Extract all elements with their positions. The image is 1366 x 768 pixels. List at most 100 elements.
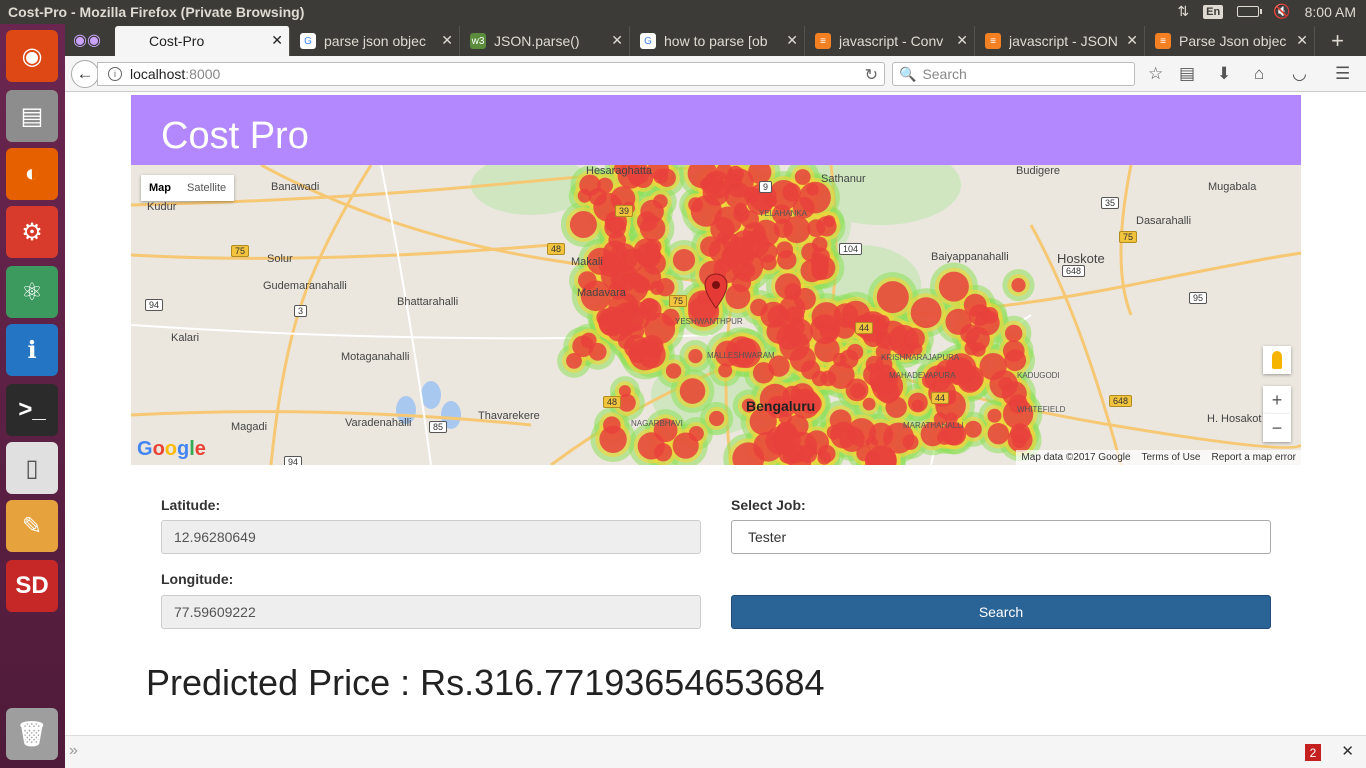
route-shield: 44	[855, 322, 874, 334]
route-shield: 75	[231, 245, 250, 257]
url-bar[interactable]: i localhost:8000 ↻	[97, 62, 885, 86]
system-settings-icon[interactable]: ⚙	[6, 206, 58, 258]
reading-list-icon[interactable]: ▤	[1179, 64, 1195, 84]
map-place-label: Solur	[267, 253, 293, 265]
map-place-label: KRISHNARAJAPURA	[881, 353, 960, 362]
tab-close-icon[interactable]: ✕	[611, 32, 623, 49]
tab-active[interactable]: Cost-Pro ✕	[115, 26, 290, 56]
sd-card-icon[interactable]: SD	[6, 560, 58, 612]
terms-link[interactable]: Terms of Use	[1141, 452, 1200, 463]
tab-close-icon[interactable]: ✕	[1126, 32, 1138, 49]
map-data-credit: Map data ©2017 Google	[1021, 452, 1131, 463]
tab-close-icon[interactable]: ✕	[271, 32, 283, 49]
map-place-label: NAGARBHAVI	[631, 419, 683, 428]
heatmap-hot-zone	[637, 340, 666, 369]
route-shield: 94	[145, 299, 164, 311]
tab[interactable]: Ghow to parse [ob ✕	[630, 26, 805, 56]
battery-icon[interactable]	[1237, 6, 1263, 17]
route-shield: 75	[1119, 231, 1138, 243]
map-place-label: Kudur	[147, 201, 177, 213]
longitude-input[interactable]	[161, 595, 701, 629]
google-map[interactable]: Banawadi Kudur Solur Gudemaranahalli Bhattar…	[131, 165, 1301, 465]
libreoffice-icon[interactable]: ▯	[6, 442, 58, 494]
terminal-icon[interactable]: >_	[6, 384, 58, 436]
heatmap-hot-zone	[789, 346, 816, 373]
tab-favicon-icon: G	[300, 33, 316, 49]
tab-label: javascript - JSON	[1009, 33, 1118, 49]
map-type-satellite-button[interactable]: Satellite	[179, 175, 234, 201]
zoom-in-button[interactable]: +	[1263, 386, 1291, 414]
navigation-toolbar: ← i localhost:8000 ↻ 🔍 Search ☆ ▤ ⬇ ⌂ ◡ …	[65, 56, 1366, 92]
map-type-control: Map Satellite	[141, 175, 235, 201]
route-shield: 39	[615, 205, 634, 217]
heatmap-hot-zone	[566, 353, 582, 369]
heatmap-hot-zone	[817, 451, 832, 465]
tab-close-icon[interactable]: ✕	[1296, 32, 1308, 49]
heatmap-hot-zone	[798, 444, 818, 464]
atom-icon[interactable]: ⚛	[6, 266, 58, 318]
tab[interactable]: ≡ javascript - Conv ✕	[805, 26, 975, 56]
files-icon[interactable]: ▤	[6, 90, 58, 142]
menu-hamburger-icon[interactable]: ☰	[1335, 64, 1350, 84]
tab-favicon-icon	[125, 33, 141, 49]
map-place-label: MALLESHWARAM	[707, 351, 775, 360]
tab[interactable]: Gparse json objec ✕	[290, 26, 460, 56]
back-button[interactable]: ←	[71, 60, 99, 88]
tab[interactable]: ≡ javascript - JSON ✕	[975, 26, 1145, 56]
pocket-icon[interactable]: ◡	[1292, 64, 1307, 84]
ubuntu-dash-icon[interactable]: ◉	[6, 30, 58, 82]
tab[interactable]: w3 JSON.parse() ✕	[460, 26, 630, 56]
tab-close-icon[interactable]: ✕	[441, 32, 453, 49]
tab[interactable]: ≡ Parse Json objec ✕	[1145, 26, 1315, 56]
job-select[interactable]: Tester	[731, 520, 1271, 554]
heatmap-hot-zone	[588, 187, 607, 206]
bookmark-star-icon[interactable]: ☆	[1148, 64, 1163, 84]
heatmap-hot-zone	[1003, 340, 1025, 362]
zoom-out-button[interactable]: −	[1263, 414, 1291, 442]
site-info-icon[interactable]: i	[108, 67, 122, 81]
latitude-label: Latitude:	[161, 497, 221, 513]
map-place-label: YESHWANTHPUR	[675, 317, 743, 326]
heatmap-hot-zone	[750, 298, 768, 317]
heatmap-hot-zone	[588, 342, 607, 361]
latitude-input[interactable]	[161, 520, 701, 554]
heatmap-hot-zone	[603, 416, 621, 434]
trash-icon[interactable]: 🗑	[6, 708, 58, 760]
route-shield: 35	[1101, 197, 1120, 209]
map-marker-icon[interactable]	[704, 273, 728, 309]
heatmap-hot-zone	[814, 336, 840, 363]
brand-title: Cost Pro	[161, 115, 309, 157]
route-shield: 94	[284, 456, 303, 465]
lake	[421, 381, 441, 409]
volume-muted-icon[interactable]: 🔇	[1273, 3, 1290, 20]
tab-close-icon[interactable]: ✕	[956, 32, 968, 49]
downloads-icon[interactable]: ⬇	[1217, 64, 1231, 84]
firefox-window: ◉◉ Cost-Pro ✕ Gparse json objec ✕ w3 JSON.par…	[65, 24, 1366, 768]
map-city-label: Bengaluru	[746, 398, 816, 414]
new-tab-icon[interactable]: +	[1331, 28, 1344, 54]
route-shield: 648	[1062, 265, 1086, 277]
tab-close-icon[interactable]: ✕	[786, 32, 798, 49]
tab-favicon-icon: G	[640, 33, 656, 49]
notification-badge[interactable]: 2	[1305, 744, 1321, 761]
heatmap-hot-zone	[819, 320, 833, 334]
text-editor-icon[interactable]: ✎	[6, 500, 58, 552]
street-view-pegman[interactable]	[1263, 346, 1291, 374]
firefox-icon[interactable]: ◐	[6, 148, 58, 200]
home-icon[interactable]: ⌂	[1254, 64, 1264, 84]
clock[interactable]: 8:00 AM	[1305, 4, 1356, 20]
google-logo[interactable]: Google	[137, 438, 206, 461]
search-bar[interactable]: 🔍 Search	[892, 62, 1135, 86]
search-button[interactable]: Search	[731, 595, 1271, 629]
map-type-map-button[interactable]: Map	[141, 175, 179, 201]
keyboard-layout-indicator[interactable]: En	[1203, 4, 1224, 19]
ip-app-icon[interactable]: ℹ	[6, 324, 58, 376]
double-chevron-icon[interactable]: »	[69, 742, 78, 760]
heatmap-hot-zone	[569, 211, 597, 238]
close-icon[interactable]: ✕	[1341, 742, 1354, 760]
reload-icon[interactable]: ↻	[865, 65, 878, 85]
route-shield: 95	[1189, 292, 1208, 304]
network-arrows-icon[interactable]: ⇅	[1177, 3, 1189, 20]
report-error-link[interactable]: Report a map error	[1212, 452, 1296, 463]
heatmap-hot-zone	[672, 249, 696, 272]
